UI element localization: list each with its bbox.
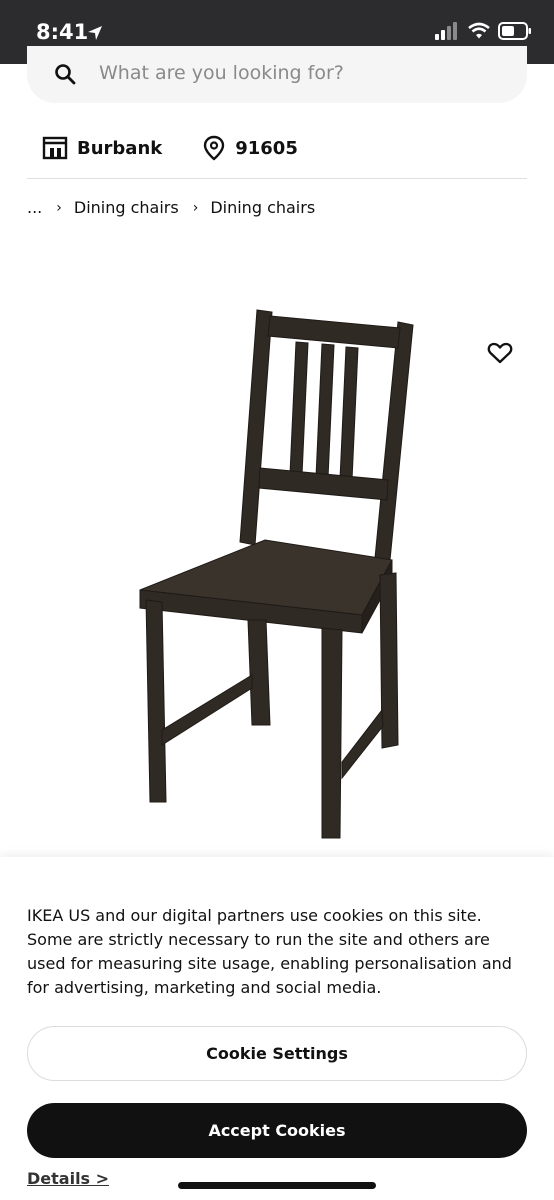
- cookie-settings-button[interactable]: Cookie Settings: [27, 1026, 527, 1081]
- search-icon[interactable]: [53, 62, 77, 86]
- store-selector[interactable]: Burbank: [42, 136, 162, 160]
- store-icon: [42, 136, 68, 160]
- signal-icon: [435, 22, 457, 40]
- cookie-message: IKEA US and our digital partners use coo…: [27, 906, 512, 997]
- product-image[interactable]: [100, 290, 460, 860]
- search-bar[interactable]: [27, 46, 527, 103]
- store-row: Burbank 91605: [27, 126, 527, 170]
- divider: [27, 178, 527, 179]
- store-name: Burbank: [77, 137, 163, 159]
- search-input[interactable]: [99, 58, 499, 88]
- status-icons: [434, 22, 532, 40]
- zip-code: 91605: [235, 137, 298, 159]
- heart-icon[interactable]: [487, 340, 513, 366]
- status-time: 8:41: [36, 20, 89, 44]
- breadcrumb-item[interactable]: Dining chairs: [210, 198, 315, 217]
- location-arrow-icon: [88, 26, 102, 40]
- cookie-banner: IKEA US and our digital partners use coo…: [0, 857, 554, 1200]
- breadcrumb: ... › Dining chairs › Dining chairs: [27, 198, 315, 217]
- battery-icon: [498, 22, 531, 40]
- pin-icon: [204, 135, 225, 161]
- chevron-right-icon: ›: [192, 199, 199, 216]
- details-link[interactable]: Details >: [27, 1169, 109, 1188]
- wifi-icon: [468, 22, 490, 39]
- breadcrumb-item[interactable]: Dining chairs: [74, 198, 179, 217]
- breadcrumb-ellipsis[interactable]: ...: [27, 198, 42, 217]
- home-indicator: [178, 1182, 376, 1189]
- accept-cookies-button[interactable]: Accept Cookies: [27, 1103, 527, 1158]
- chevron-right-icon: ›: [56, 199, 62, 216]
- zip-selector[interactable]: 91605: [202, 135, 298, 161]
